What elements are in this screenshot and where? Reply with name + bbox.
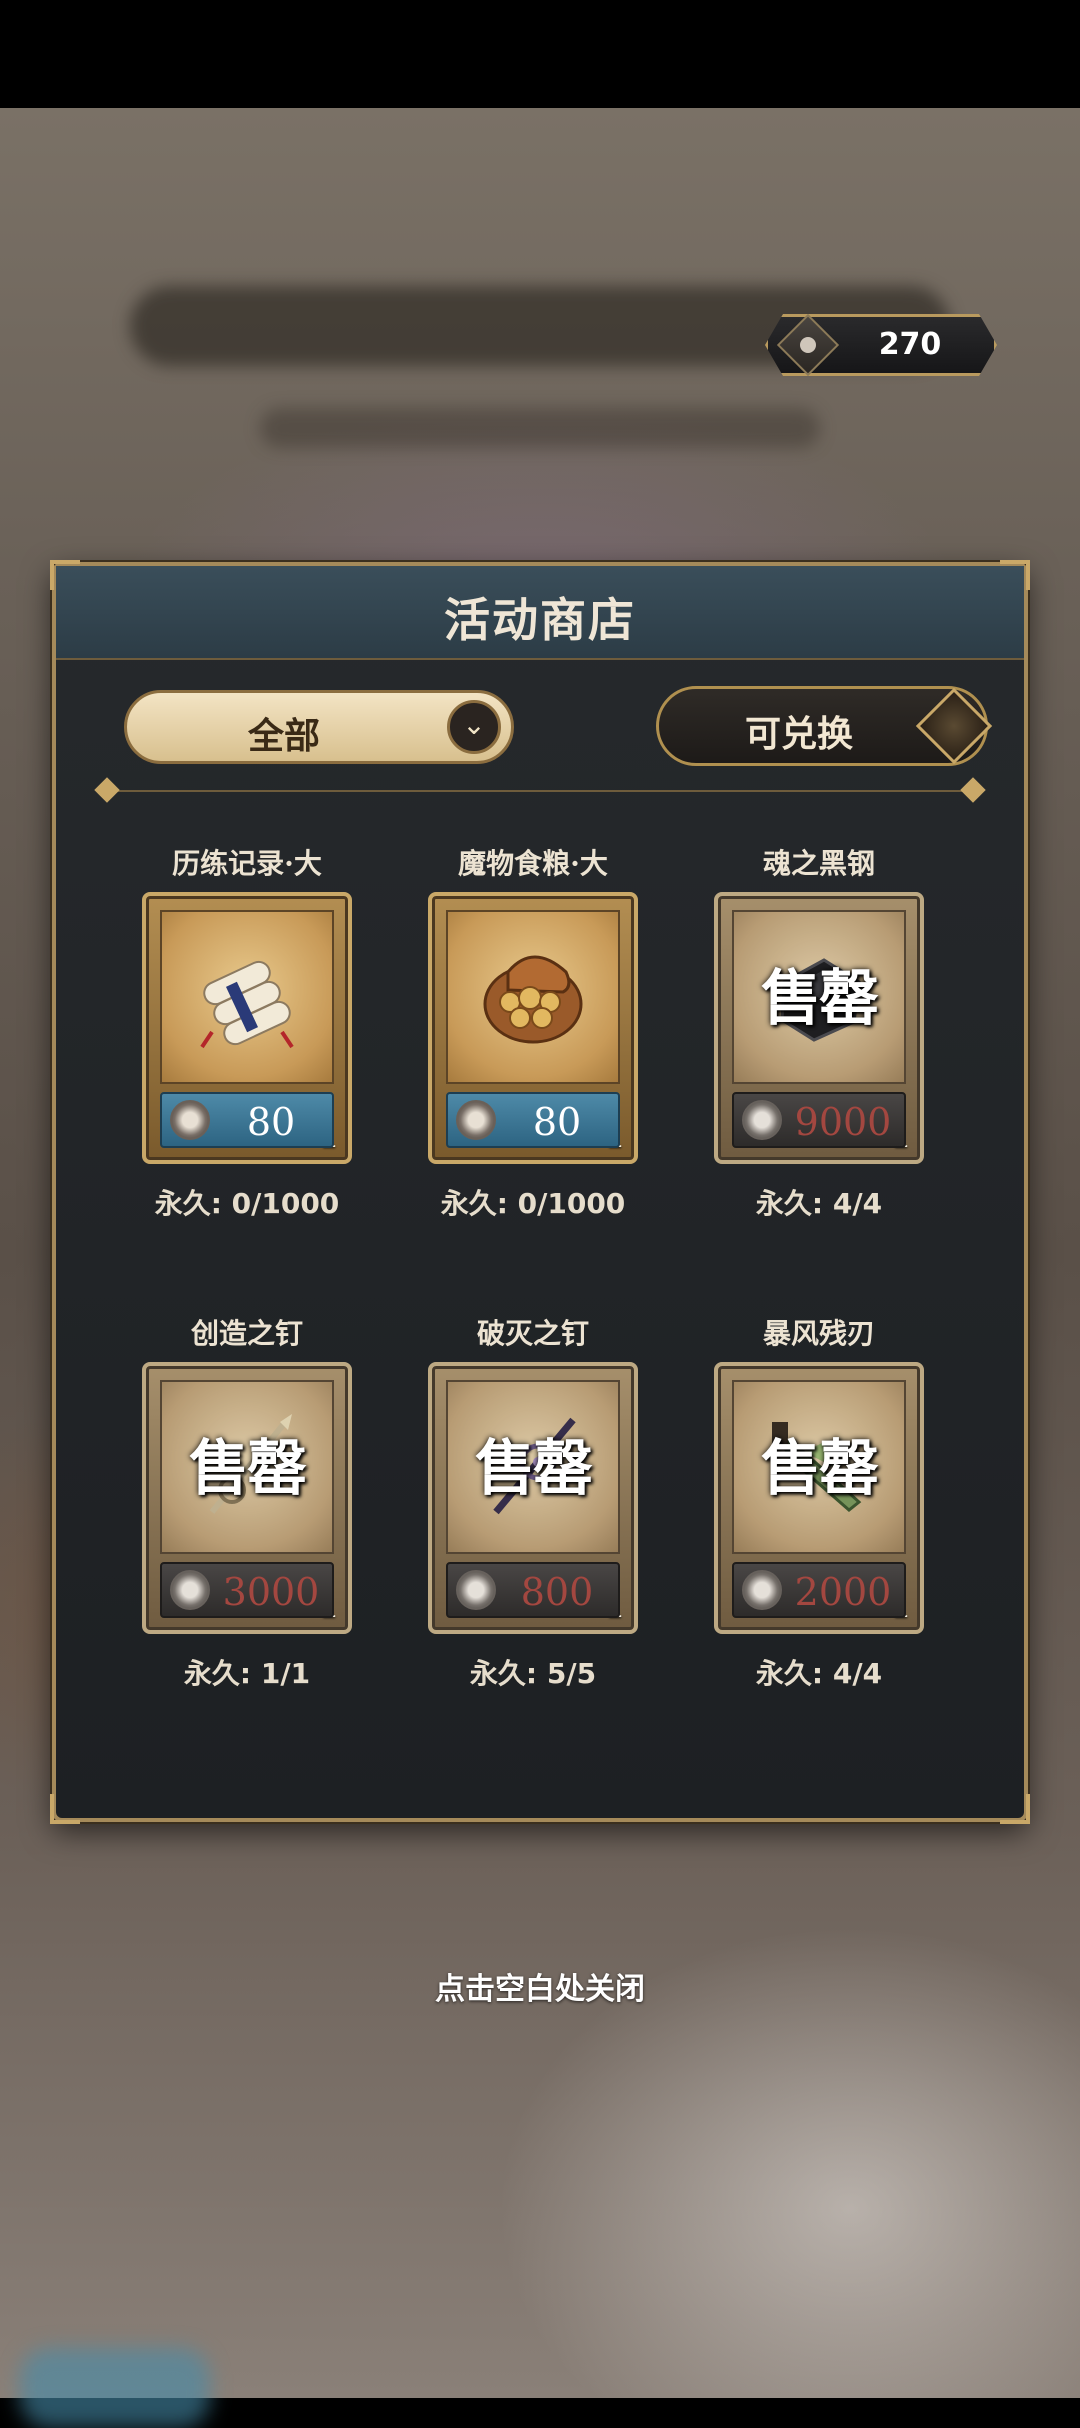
price-value: 2000 bbox=[794, 1570, 892, 1614]
redeemable-toggle[interactable]: 可兑换 bbox=[656, 686, 993, 766]
item-card[interactable]: 售罄 1 2000 bbox=[714, 1362, 924, 1634]
sold-out-label: 售罄 bbox=[761, 964, 879, 1034]
shop-item[interactable]: 破灭之钉 售罄 1 800 永久: 5/5 bbox=[420, 1314, 646, 1692]
close-hint[interactable]: 点击空白处关闭 bbox=[0, 1964, 1080, 2008]
shop-item[interactable]: 魂之黑钢 售罄 1 9000 永久: 4/4 bbox=[706, 844, 932, 1222]
currency-token-icon bbox=[456, 1100, 496, 1140]
item-card[interactable]: 1 80 bbox=[428, 892, 638, 1164]
divider bbox=[94, 777, 986, 803]
price-tag: 2000 bbox=[732, 1562, 906, 1618]
sold-out-label: 售罄 bbox=[475, 1434, 593, 1504]
purchase-limit: 永久: 4/4 bbox=[755, 1187, 883, 1220]
currency-token-icon bbox=[170, 1100, 210, 1140]
price-value: 3000 bbox=[222, 1570, 320, 1614]
panel-header: 活动商店 bbox=[56, 566, 1024, 660]
item-art bbox=[160, 910, 334, 1084]
price-tag: 3000 bbox=[160, 1562, 334, 1618]
sold-out-label: 售罄 bbox=[761, 1434, 879, 1504]
sold-out-label: 售罄 bbox=[189, 1434, 307, 1504]
status-bar bbox=[0, 0, 1080, 108]
currency-token-icon bbox=[742, 1100, 782, 1140]
item-card[interactable]: 售罄 1 9000 bbox=[714, 892, 924, 1164]
purchase-limit: 永久: 0/1000 bbox=[440, 1187, 626, 1220]
panel-title: 活动商店 bbox=[444, 593, 636, 647]
item-card[interactable]: 售罄 1 3000 bbox=[142, 1362, 352, 1634]
item-name: 暴风残刃 bbox=[762, 1317, 875, 1350]
price-tag: 80 bbox=[446, 1092, 620, 1148]
filter-dropdown[interactable]: 全部 ⌄ bbox=[124, 690, 514, 764]
food-bag-icon bbox=[483, 955, 583, 1044]
item-name: 历练记录·大 bbox=[172, 847, 322, 880]
price-value: 80 bbox=[532, 1100, 582, 1144]
price-tag: 9000 bbox=[732, 1092, 906, 1148]
item-card[interactable]: 1 80 bbox=[142, 892, 352, 1164]
filter-dropdown-label: 全部 bbox=[247, 715, 320, 757]
purchase-limit: 永久: 1/1 bbox=[183, 1657, 311, 1690]
scroll-bundle-icon bbox=[200, 960, 294, 1049]
shop-item[interactable]: 魔物食粮·大 1 80 永久: 0/1000 bbox=[420, 844, 646, 1222]
purchase-limit: 永久: 5/5 bbox=[469, 1657, 597, 1690]
currency-token-icon bbox=[777, 314, 839, 376]
shop-item[interactable]: 创造之钉 售罄 1 3000 永久: 1/1 bbox=[134, 1314, 360, 1692]
price-value: 9000 bbox=[794, 1100, 892, 1144]
shop-item[interactable]: 历练记录·大 1 80 永久: 0/1000 bbox=[134, 844, 360, 1222]
currency-token-icon bbox=[742, 1570, 782, 1610]
background-button bbox=[20, 2348, 210, 2428]
currency-amount: 270 bbox=[878, 327, 942, 362]
price-value: 80 bbox=[246, 1100, 296, 1144]
redeemable-toggle-label: 可兑换 bbox=[744, 713, 853, 755]
background-subtitle bbox=[260, 408, 820, 448]
item-name: 魔物食粮·大 bbox=[458, 847, 608, 880]
currency-token-icon bbox=[456, 1570, 496, 1610]
item-name: 魂之黑钢 bbox=[762, 847, 875, 880]
item-card[interactable]: 售罄 1 800 bbox=[428, 1362, 638, 1634]
price-tag: 80 bbox=[160, 1092, 334, 1148]
chevron-down-icon: ⌄ bbox=[447, 700, 501, 754]
event-shop-panel: 活动商店 全部 ⌄ 可兑换 历练记录·大 1 bbox=[50, 560, 1030, 1824]
price-tag: 800 bbox=[446, 1562, 620, 1618]
purchase-limit: 永久: 4/4 bbox=[755, 1657, 883, 1690]
purchase-limit: 永久: 0/1000 bbox=[154, 1187, 340, 1220]
item-name: 破灭之钉 bbox=[476, 1317, 589, 1350]
item-name: 创造之钉 bbox=[190, 1317, 303, 1350]
toggle-knob-icon bbox=[915, 687, 993, 765]
shop-item[interactable]: 暴风残刃 售罄 1 2000 永久: 4/4 bbox=[706, 1314, 932, 1692]
currency-display[interactable]: 270 bbox=[765, 314, 997, 376]
currency-token-icon bbox=[170, 1570, 210, 1610]
item-art bbox=[446, 910, 620, 1084]
price-value: 800 bbox=[520, 1570, 594, 1614]
